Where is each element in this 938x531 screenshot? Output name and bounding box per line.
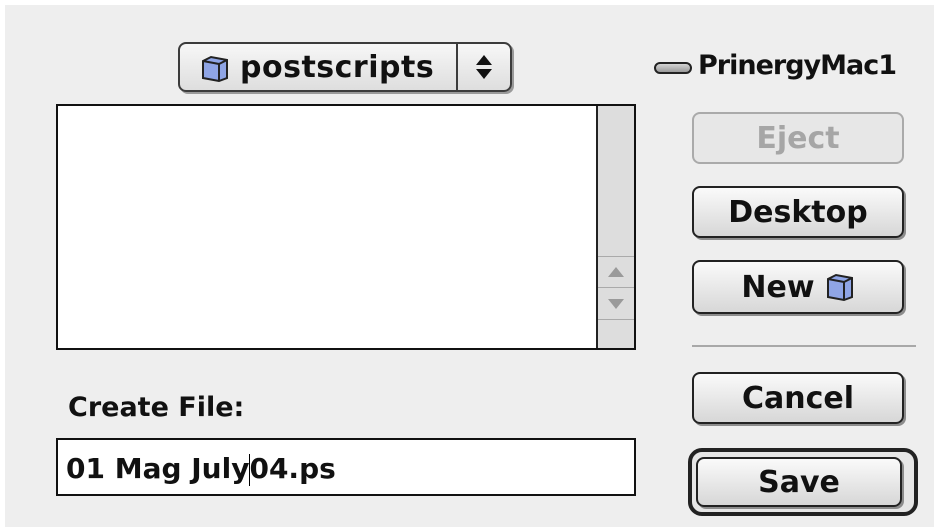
popup-arrows-icon: [456, 44, 510, 90]
folder-icon: [826, 273, 853, 302]
disk-icon: [654, 62, 692, 74]
eject-button[interactable]: Eject: [692, 112, 904, 164]
cancel-button-label: Cancel: [741, 380, 855, 416]
new-folder-button[interactable]: New: [692, 260, 904, 314]
desktop-button-label: Desktop: [728, 194, 868, 230]
file-list-scrollbar[interactable]: [596, 106, 634, 348]
save-button-label: Save: [758, 464, 840, 500]
scroll-down-button[interactable]: [598, 288, 634, 320]
file-list[interactable]: [56, 104, 636, 350]
eject-button-label: Eject: [756, 120, 840, 156]
folder-icon: [202, 55, 228, 82]
file-name-field[interactable]: 01 Mag July04.ps: [56, 438, 636, 496]
file-name-after-caret: 04.ps: [249, 452, 336, 485]
save-dialog: postscripts PrinergyMac1 Eject Desktop N…: [4, 4, 934, 527]
folder-popup-label: postscripts: [240, 50, 435, 85]
file-name-value: 01 Mag July04.ps: [66, 452, 336, 486]
cancel-button[interactable]: Cancel: [692, 372, 904, 424]
folder-popup-menu[interactable]: postscripts: [178, 42, 512, 92]
volume-name: PrinergyMac1: [698, 50, 897, 81]
button-divider: [692, 345, 916, 347]
new-button-label: New: [741, 269, 815, 305]
desktop-button[interactable]: Desktop: [692, 186, 904, 238]
save-default-ring: Save: [688, 448, 918, 516]
create-file-label: Create File:: [68, 392, 245, 423]
save-button[interactable]: Save: [696, 457, 902, 507]
file-name-before-caret: 01 Mag July: [66, 452, 250, 485]
arrow-down-icon: [608, 298, 624, 309]
arrow-up-icon: [608, 267, 624, 277]
scroll-up-button[interactable]: [598, 256, 634, 288]
